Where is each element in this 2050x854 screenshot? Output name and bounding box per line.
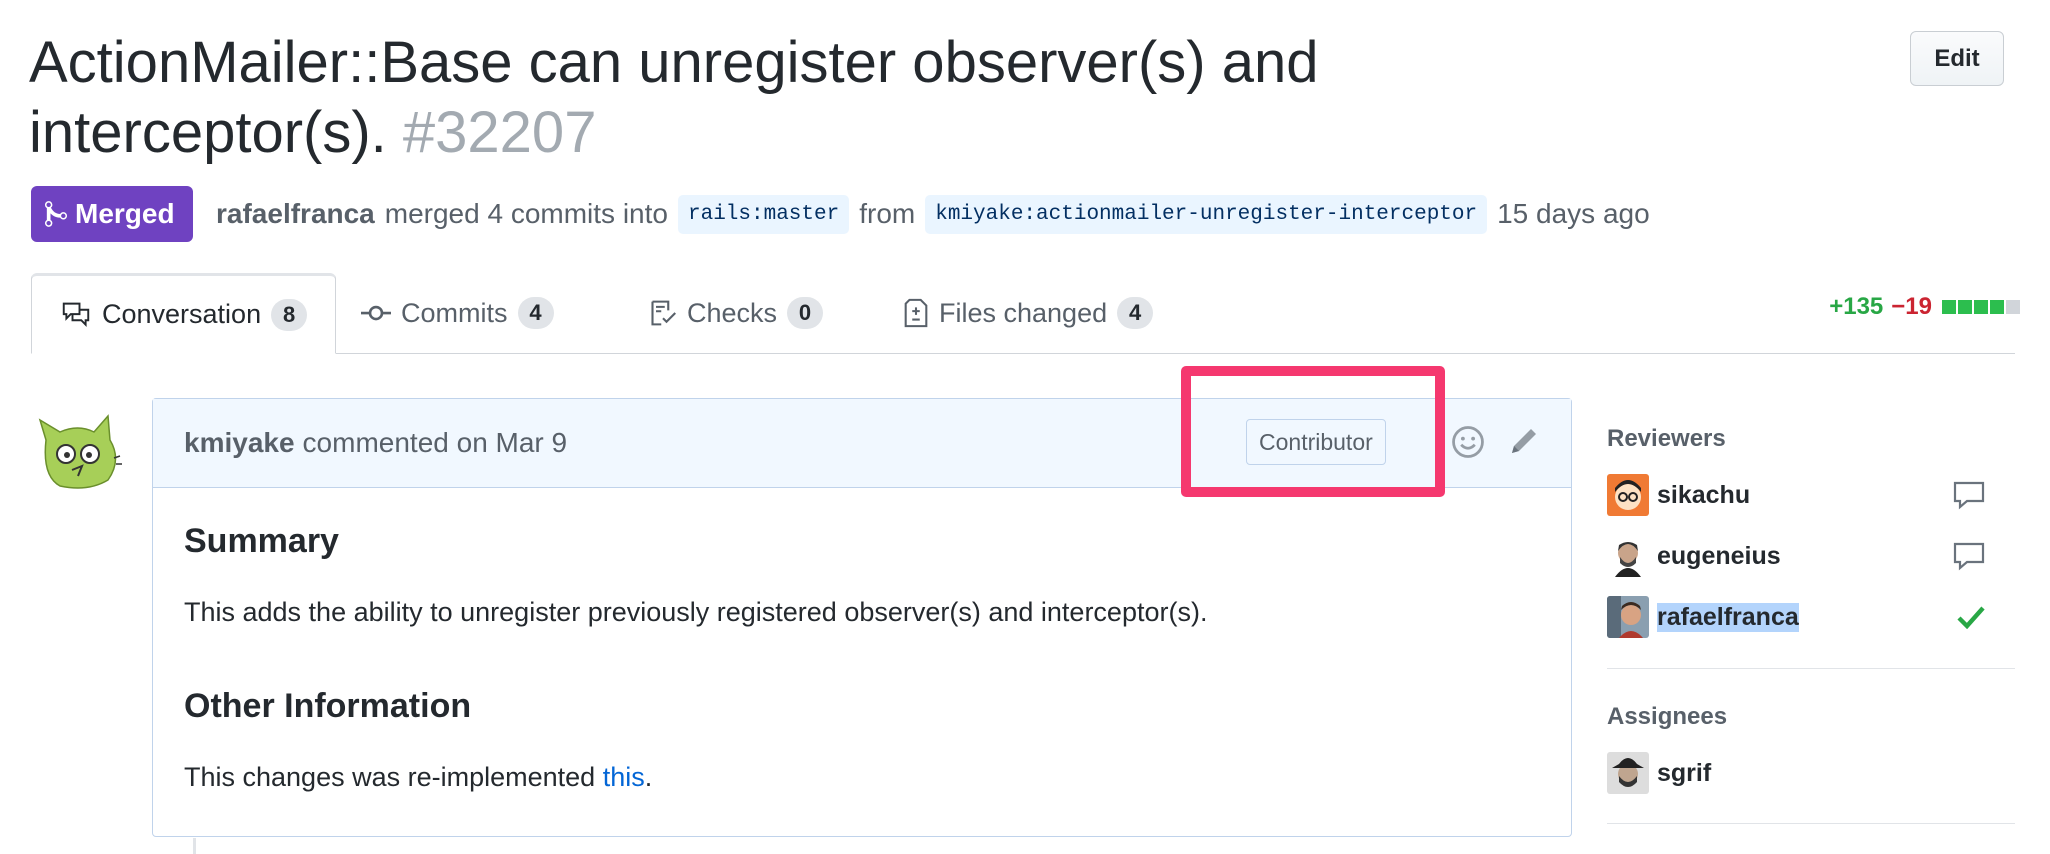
- tab-commits[interactable]: Commits 4: [361, 273, 554, 353]
- edit-button[interactable]: Edit: [1910, 31, 2004, 86]
- diff-deletions: −19: [1891, 293, 1932, 320]
- reviewer-name[interactable]: rafaelfranca: [1657, 602, 1799, 632]
- sidebar-divider: [1607, 823, 2015, 824]
- merged-state-badge: Merged: [31, 186, 193, 242]
- tab-label: Commits: [401, 297, 508, 328]
- comment-icon: [1953, 542, 1985, 571]
- tab-label: Conversation: [102, 299, 262, 329]
- base-branch[interactable]: rails:master: [677, 194, 850, 234]
- diffstat: +135 −19: [1829, 293, 2020, 321]
- diffstat-block: [1990, 300, 2004, 314]
- diffstat-block: [1942, 300, 1956, 314]
- diff-icon: [904, 298, 928, 328]
- tab-counter: 4: [517, 297, 554, 329]
- tab-counter: 4: [1117, 297, 1154, 329]
- comment-discussion-icon: [62, 302, 90, 327]
- pr-meta: rafaelfranca merged 4 commits into rails…: [216, 190, 1650, 238]
- reviewers-heading[interactable]: Reviewers: [1607, 425, 1726, 453]
- reviewer-name[interactable]: sikachu: [1657, 481, 1750, 510]
- git-merge-icon: [45, 201, 67, 227]
- tab-conversation[interactable]: Conversation 8: [31, 273, 337, 354]
- other-info-suffix: .: [644, 762, 653, 792]
- checklist-icon: [651, 300, 676, 326]
- reviewer-sikachu: sikachu: [1607, 474, 2015, 516]
- assignees-heading[interactable]: Assignees: [1607, 703, 1727, 731]
- meta-time: 15 days ago: [1497, 198, 1650, 229]
- sikachu-avatar[interactable]: [1607, 474, 1649, 516]
- tab-files-changed[interactable]: Files changed 4: [903, 273, 1154, 353]
- pencil-icon[interactable]: [1508, 425, 1540, 457]
- tab-label: Files changed: [939, 297, 1108, 328]
- meta-action: merged 4 commits into: [384, 198, 668, 229]
- timeline-line: [193, 838, 196, 854]
- rafaelfranca-avatar[interactable]: [1607, 596, 1649, 638]
- diffstat-block: [1974, 300, 1988, 314]
- comment-icon: [1953, 481, 1985, 510]
- reviewer-name[interactable]: eugeneius: [1657, 542, 1781, 571]
- other-info-paragraph: This changes was re-implemented this.: [184, 762, 652, 793]
- this-link[interactable]: this: [603, 762, 645, 792]
- tab-counter: 8: [271, 298, 308, 331]
- diffstat-block: [1958, 300, 1972, 314]
- add-reaction-icon[interactable]: [1451, 425, 1485, 459]
- reviewer-eugeneius: eugeneius: [1607, 535, 2015, 577]
- kmiyake-avatar[interactable]: [38, 410, 124, 490]
- tab-label: Checks: [687, 297, 778, 328]
- pr-title: ActionMailer::Base can unregister observ…: [29, 28, 1449, 168]
- state-label: Merged: [75, 198, 175, 229]
- comment-timestamp[interactable]: commented on Mar 9: [303, 427, 568, 459]
- reviewer-rafaelfranca: rafaelfranca: [1607, 596, 2015, 638]
- diffstat-blocks: [1940, 293, 2020, 321]
- sgrif-avatar[interactable]: [1607, 752, 1649, 794]
- tab-counter: 0: [787, 297, 824, 329]
- summary-paragraph: This adds the ability to unregister prev…: [184, 597, 1208, 627]
- other-info-text: This changes was re-implemented: [184, 762, 603, 792]
- assignee-name[interactable]: sgrif: [1657, 759, 1711, 788]
- highlight-annotation-box: [1181, 366, 1445, 497]
- check-icon: [1957, 606, 1985, 629]
- heading-summary: Summary: [184, 522, 339, 560]
- merger-link[interactable]: rafaelfranca: [216, 198, 375, 230]
- pr-number: #32207: [402, 100, 597, 165]
- sidebar-divider: [1607, 668, 2015, 669]
- heading-other-information: Other Information: [184, 687, 472, 725]
- tab-checks[interactable]: Checks 0: [649, 273, 824, 353]
- pr-title-text: ActionMailer::Base can unregister observ…: [29, 30, 1319, 165]
- meta-from: from: [859, 198, 916, 229]
- head-branch[interactable]: kmiyake:actionmailer-unregister-intercep…: [925, 194, 1488, 234]
- pr-tabs: Conversation 8 Commits 4 Checks 0 Files …: [31, 273, 2015, 354]
- eugeneius-avatar[interactable]: [1607, 535, 1649, 577]
- comment-author[interactable]: kmiyake: [184, 427, 295, 459]
- diffstat-block: [2006, 300, 2020, 314]
- git-commit-icon: [361, 305, 391, 321]
- assignee-sgrif: sgrif: [1607, 752, 2015, 794]
- diff-additions: +135: [1829, 293, 1884, 320]
